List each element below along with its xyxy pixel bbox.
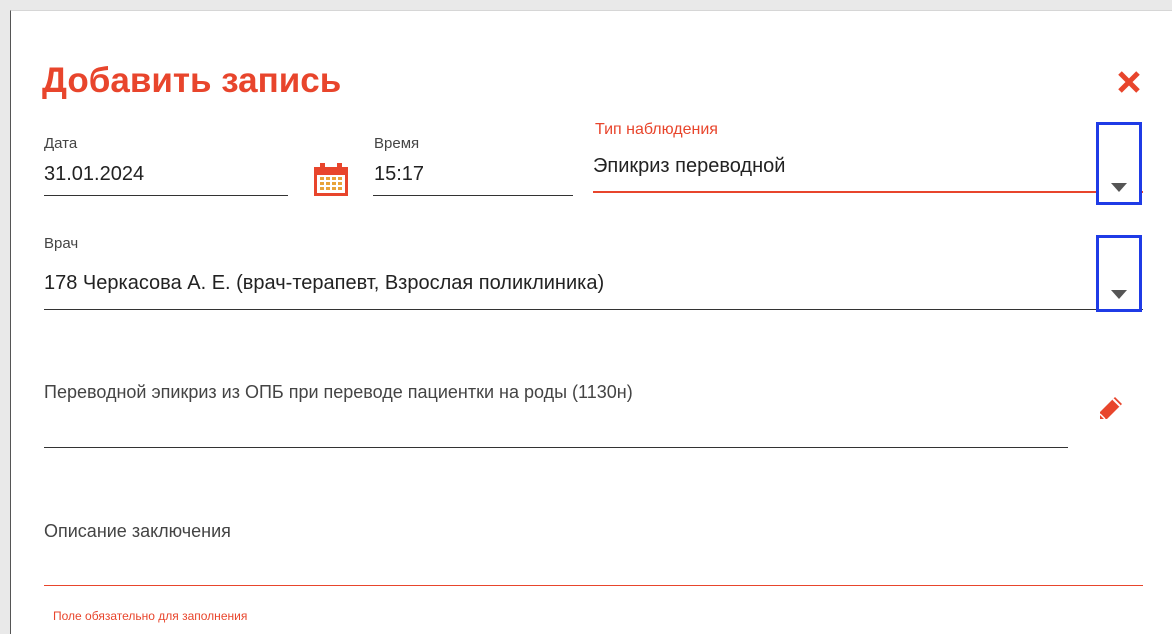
conclusion-underline bbox=[44, 585, 1143, 586]
dialog-title: Добавить запись bbox=[42, 61, 342, 100]
edit-template-button[interactable] bbox=[1097, 394, 1125, 422]
observation-type-select[interactable]: Эпикриз переводной bbox=[593, 154, 785, 178]
calendar-icon bbox=[314, 163, 348, 196]
doctor-underline bbox=[44, 309, 1143, 310]
doctor-label: Врач bbox=[44, 235, 79, 252]
observation-type-underline bbox=[593, 191, 1143, 193]
doctor-dropdown-button[interactable] bbox=[1096, 235, 1142, 312]
close-button[interactable] bbox=[1116, 69, 1142, 95]
template-underline bbox=[44, 447, 1068, 448]
doctor-select[interactable]: 178 Черкасова А. Е. (врач-терапевт, Взро… bbox=[44, 271, 604, 295]
pencil-icon bbox=[1099, 397, 1122, 420]
observation-type-dropdown-button[interactable] bbox=[1096, 122, 1142, 205]
calendar-button[interactable] bbox=[312, 162, 350, 198]
time-underline bbox=[373, 195, 573, 196]
time-label: Время bbox=[374, 135, 420, 152]
chevron-down-icon bbox=[1111, 183, 1127, 192]
date-input[interactable]: 31.01.2024 bbox=[44, 162, 144, 186]
time-input[interactable]: 15:17 bbox=[374, 162, 424, 186]
chevron-down-icon bbox=[1111, 290, 1127, 299]
observation-type-label: Тип наблюдения bbox=[595, 121, 718, 138]
conclusion-input[interactable]: Описание заключения bbox=[44, 520, 231, 542]
close-icon bbox=[1118, 71, 1140, 93]
required-field-error: Поле обязательно для заполнения bbox=[53, 609, 248, 623]
date-label: Дата bbox=[44, 135, 78, 152]
template-field[interactable]: Переводной эпикриз из ОПБ при переводе п… bbox=[44, 381, 633, 403]
date-underline bbox=[44, 195, 288, 196]
add-record-dialog: Добавить запись Дата 31.01.2024 Время 15… bbox=[10, 10, 1172, 634]
